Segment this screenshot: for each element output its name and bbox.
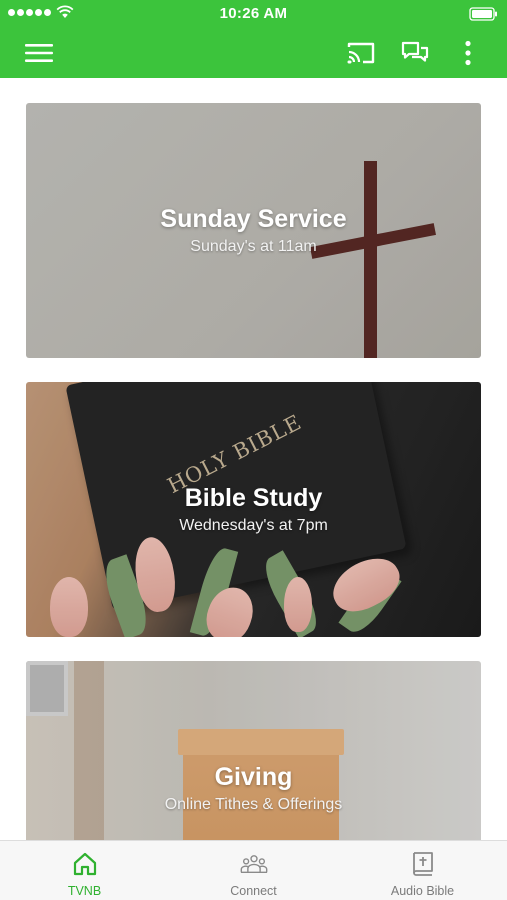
cast-icon <box>347 42 375 64</box>
status-time: 10:26 AM <box>219 5 288 22</box>
card-title: Bible Study <box>184 484 323 512</box>
menu-button[interactable] <box>22 38 56 68</box>
card-bible-study[interactable]: HOLY BIBLE Bible Study Wednesday's at 7p… <box>26 382 481 637</box>
card-giving[interactable]: Giving Online Tithes & Offerings <box>26 661 481 840</box>
more-options-button[interactable] <box>455 38 481 68</box>
chat-button[interactable] <box>398 38 432 68</box>
card-subtitle: Sunday's at 11am <box>190 238 317 255</box>
more-vertical-icon <box>465 40 471 66</box>
hamburger-menu-icon <box>25 44 53 62</box>
home-icon <box>71 850 99 878</box>
card-subtitle: Online Tithes & Offerings <box>164 796 343 813</box>
card-subtitle: Wednesday's at 7pm <box>179 517 328 534</box>
people-group-icon <box>240 850 268 878</box>
card-title: Sunday Service <box>160 205 347 233</box>
content-feed: Sunday Service Sunday's at 11am HOLY BIB… <box>0 78 507 840</box>
tab-label: Connect <box>230 884 277 898</box>
tab-audio-bible[interactable]: Audio Bible <box>338 841 507 900</box>
tab-tvnb[interactable]: TVNB <box>0 841 169 900</box>
card-sunday-service[interactable]: Sunday Service Sunday's at 11am <box>26 103 481 358</box>
bible-book-icon <box>409 850 437 878</box>
app-bar <box>0 28 507 78</box>
tab-label: Audio Bible <box>390 884 455 898</box>
bottom-tab-bar: TVNB Connect Audio Bible <box>0 840 507 900</box>
tab-label: TVNB <box>67 884 102 898</box>
top-bar: 10:26 AM <box>0 0 507 78</box>
status-bar: 10:26 AM <box>0 0 507 28</box>
card-title: Giving <box>214 763 293 791</box>
cast-button[interactable] <box>344 38 378 68</box>
tab-connect[interactable]: Connect <box>169 841 338 900</box>
battery-icon <box>469 7 499 26</box>
chat-bubbles-icon <box>401 41 429 62</box>
